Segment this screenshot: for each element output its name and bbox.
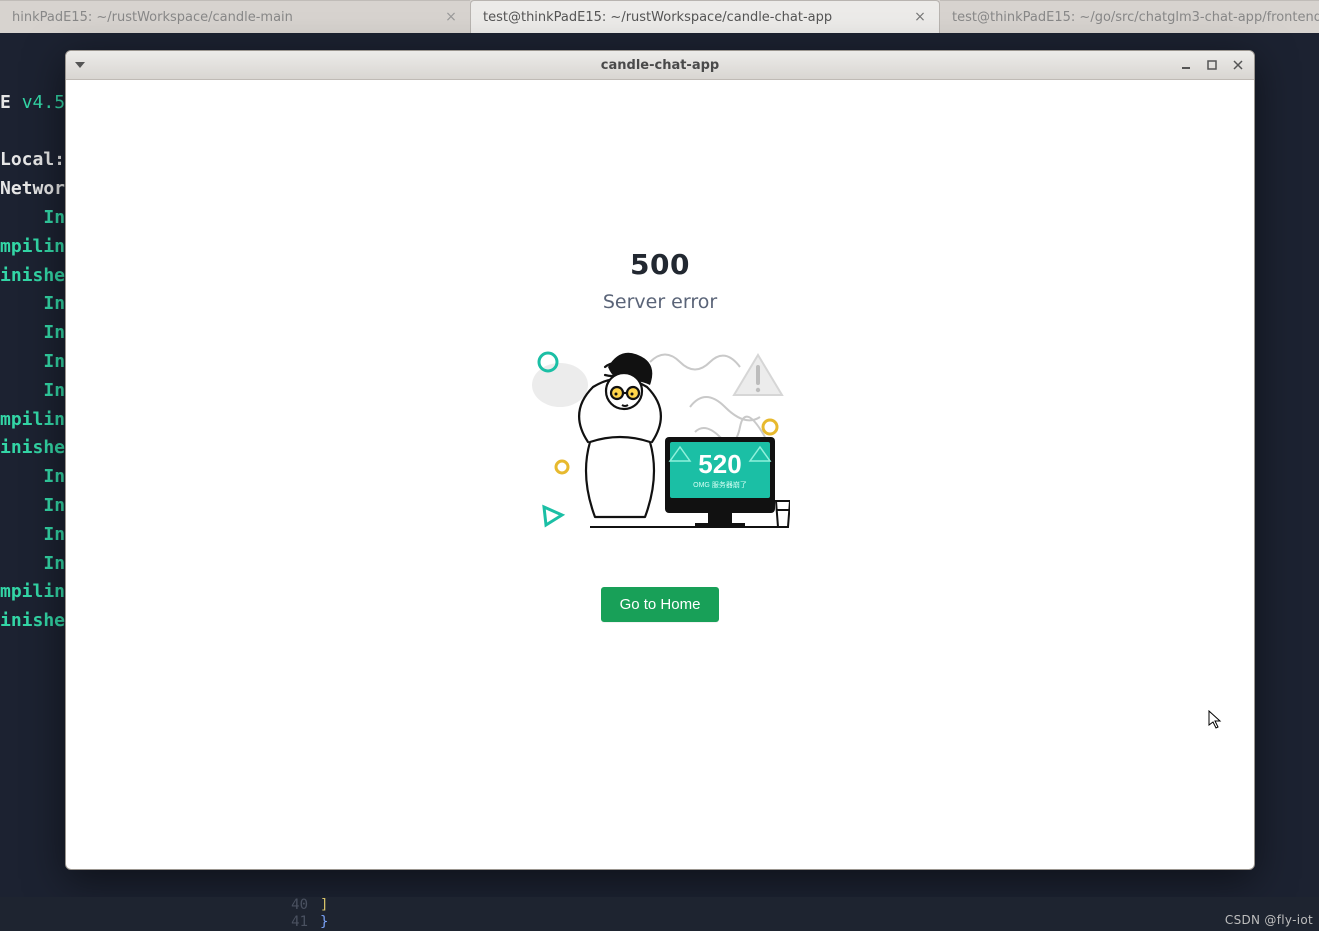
close-icon[interactable]: × <box>444 10 458 24</box>
go-home-button[interactable]: Go to Home <box>601 587 720 622</box>
terminal-tab-2[interactable]: test@thinkPadE15: ~/rustWorkspace/candle… <box>470 0 940 33</box>
error-message: Server error <box>603 291 717 313</box>
terminal-tab-3[interactable]: test@thinkPadE15: ~/go/src/chatglm3-chat… <box>940 0 1319 33</box>
tab-label: test@thinkPadE15: ~/go/src/chatglm3-chat… <box>952 10 1319 25</box>
line-number: 41 <box>280 914 320 931</box>
error-code: 500 <box>630 248 690 281</box>
editor-fragment: 40] 41} <box>0 897 1319 931</box>
app-window: candle-chat-app 500 Server error <box>65 50 1255 870</box>
tab-label: test@thinkPadE15: ~/rustWorkspace/candle… <box>483 10 905 25</box>
mouse-cursor-icon <box>1208 710 1222 730</box>
error-page: 500 Server error <box>66 40 1254 829</box>
close-icon[interactable]: × <box>913 10 927 24</box>
code-token: } <box>320 914 328 931</box>
illustration-screen-caption: OMG 服务器崩了 <box>693 480 747 489</box>
code-token: ] <box>320 897 328 914</box>
error-illustration: 520 OMG 服务器崩了 <box>530 347 790 537</box>
watermark-text: CSDN @fly-iot <box>1225 913 1313 927</box>
tab-label: hinkPadE15: ~/rustWorkspace/candle-main <box>12 10 436 25</box>
line-number: 40 <box>280 897 320 914</box>
illustration-screen-number: 520 <box>698 449 741 479</box>
terminal-tab-1[interactable]: hinkPadE15: ~/rustWorkspace/candle-main … <box>0 0 470 33</box>
terminal-tab-bar: hinkPadE15: ~/rustWorkspace/candle-main … <box>0 0 1319 33</box>
